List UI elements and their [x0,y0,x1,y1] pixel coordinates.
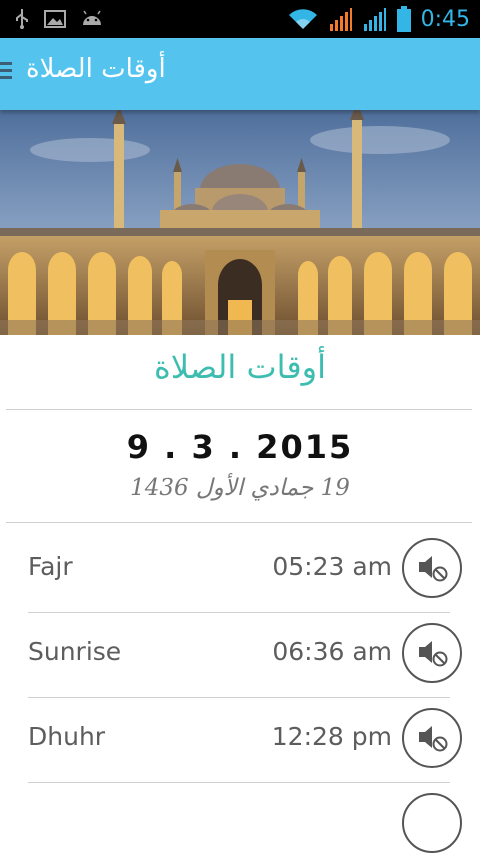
mute-speaker-icon[interactable] [402,793,462,853]
android-icon [83,10,101,25]
wifi-icon [288,9,317,29]
usb-icon [16,9,28,29]
hamburger-icon[interactable] [0,62,14,84]
prayer-name: Dhuhr [28,722,106,751]
app-bar: أوقات الصلاة [0,38,480,110]
prayer-time: 05:23 am [272,552,392,581]
prayer-name: Fajr [28,552,73,581]
signal-icon [363,8,386,31]
image-icon [44,10,66,28]
divider [6,409,472,410]
mute-speaker-icon[interactable] [402,538,462,598]
app-title: أوقات الصلاة [26,54,166,84]
prayer-time: 12:28 pm [271,722,392,751]
divider [6,522,472,523]
mute-speaker-icon[interactable] [402,708,462,768]
mute-speaker-icon[interactable] [402,623,462,683]
list-item: Sunrise 06:36 am [0,613,480,698]
section-title: أوقات الصلاة [154,348,326,386]
gregorian-date: 9 . 3 . 2015 [126,428,354,466]
mosque-photo [0,110,480,335]
signal-icon [329,8,352,31]
list-item: Fajr 05:23 am [0,528,480,613]
hijri-date: 19 جمادي الأول 1436 [130,475,350,501]
battery-icon [396,6,411,32]
status-bar: 0:45 [0,0,480,38]
list-item: Dhuhr 12:28 pm [0,698,480,783]
prayer-time: 06:36 am [272,637,392,666]
prayer-name: Sunrise [28,637,122,666]
status-time: 0:45 [420,6,470,32]
